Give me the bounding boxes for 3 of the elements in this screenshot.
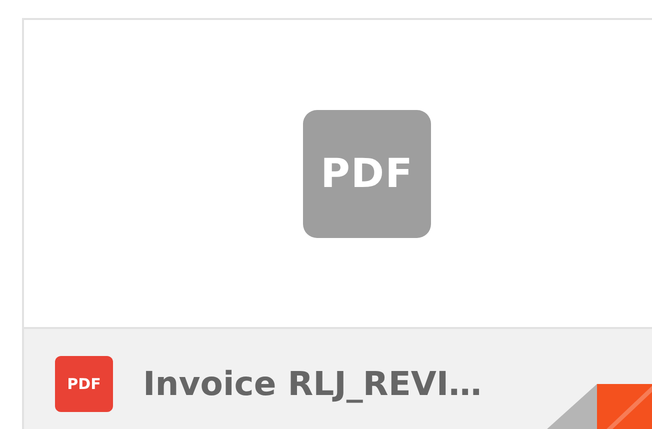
- pdf-file-icon: PDF: [55, 356, 113, 412]
- file-name: Invoice RLJ_REVI…: [143, 364, 482, 403]
- pdf-thumbnail-icon: PDF: [303, 110, 431, 238]
